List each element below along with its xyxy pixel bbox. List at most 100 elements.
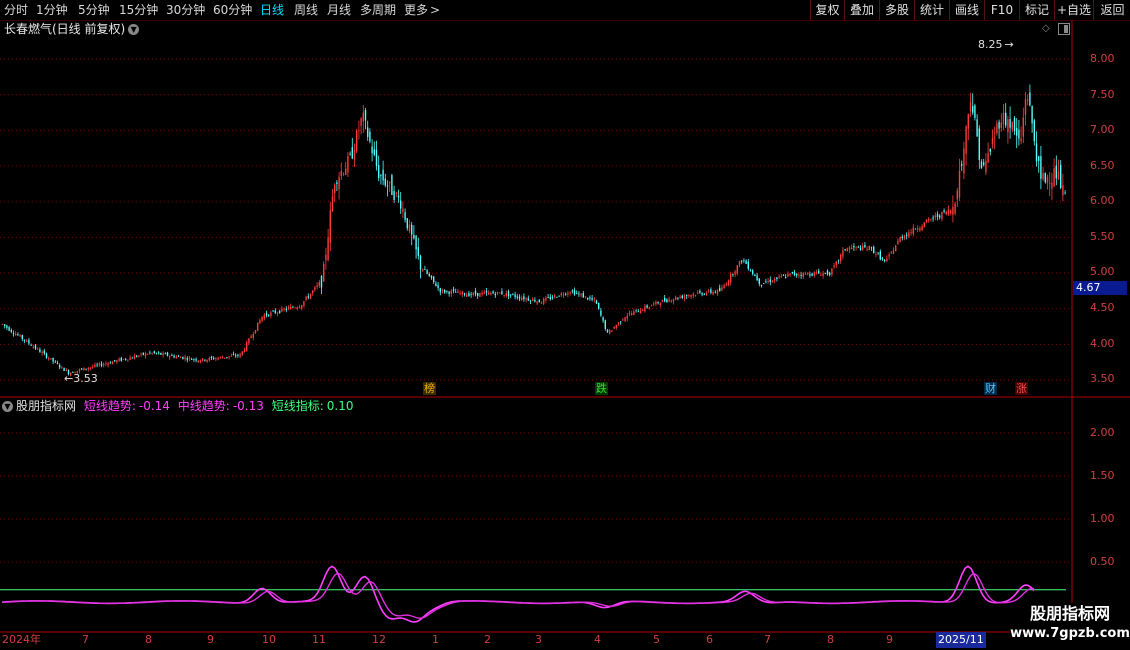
mark-button[interactable]: 标记 xyxy=(1019,0,1054,20)
candle-body xyxy=(8,327,10,331)
tab-1min[interactable]: 1分钟 xyxy=(36,0,68,20)
candle-body xyxy=(694,295,697,296)
candle-body xyxy=(1038,156,1040,161)
tab-60min[interactable]: 60分钟 xyxy=(213,0,252,20)
badge-rise[interactable]: 涨 xyxy=(1015,382,1028,395)
tab-5min[interactable]: 5分钟 xyxy=(78,0,110,20)
indicator-tick-label: 1.00 xyxy=(1090,512,1115,525)
draw-line-button[interactable]: 画线 xyxy=(949,0,984,20)
candle-body xyxy=(947,209,950,215)
candle-body xyxy=(411,224,413,235)
tab-multi-period[interactable]: 多周期 xyxy=(360,0,396,20)
candle-body xyxy=(514,294,516,298)
candle-body xyxy=(351,147,353,159)
candle-body xyxy=(1020,138,1022,142)
back-button[interactable]: 返回 xyxy=(1093,0,1130,20)
badge-finance[interactable]: 财 xyxy=(984,382,997,395)
tab-more[interactable]: 更多 > xyxy=(404,0,440,20)
candle-body xyxy=(921,226,923,231)
overlay-button[interactable]: 叠加 xyxy=(844,0,879,20)
current-price-tag: 4.67 xyxy=(1073,281,1127,295)
candle-body xyxy=(380,174,382,176)
multi-stock-button[interactable]: 多股 xyxy=(879,0,914,20)
candle-body xyxy=(919,228,921,231)
candle-body xyxy=(840,254,842,262)
candle-body xyxy=(815,272,818,274)
candle-body xyxy=(580,294,582,296)
candle-body xyxy=(94,364,96,367)
candle-body xyxy=(967,114,969,129)
tab-15min[interactable]: 15分钟 xyxy=(119,0,158,20)
candle-body xyxy=(945,211,947,215)
candle-body xyxy=(19,335,21,337)
candle-body xyxy=(754,274,756,277)
candle-body xyxy=(516,296,518,298)
candle-body xyxy=(826,270,829,275)
candle-body xyxy=(228,356,230,358)
candle-body xyxy=(59,365,61,368)
candle-body xyxy=(925,219,928,223)
candle-body xyxy=(239,354,241,357)
candle-body xyxy=(4,324,6,326)
indicator-name[interactable]: 股朋指标网 xyxy=(16,399,76,413)
candle-body xyxy=(221,357,224,359)
candle-body xyxy=(246,342,248,351)
candle-body xyxy=(364,110,367,121)
candle-body xyxy=(866,248,868,250)
candle-body xyxy=(301,305,303,309)
badge-text: 榜 xyxy=(424,382,435,395)
candle-body xyxy=(745,260,747,264)
candle-body xyxy=(307,296,309,298)
candle-body xyxy=(125,358,127,360)
chart-canvas xyxy=(0,20,1130,633)
indicator-tick-label: 0.50 xyxy=(1090,555,1115,568)
candle-body xyxy=(969,102,972,112)
candle-body xyxy=(217,357,219,360)
candle-body xyxy=(796,273,798,276)
candle-body xyxy=(287,307,290,309)
price-tick-label: 8.00 xyxy=(1090,52,1115,65)
candle-body xyxy=(897,240,899,245)
tab-30min[interactable]: 30分钟 xyxy=(166,0,205,20)
tab-monthly[interactable]: 月线 xyxy=(327,0,351,20)
candle-body xyxy=(906,234,908,236)
candle-body xyxy=(956,190,958,200)
chevron-down-icon[interactable]: ▼ xyxy=(2,401,13,412)
tab-timeshare[interactable]: 分时 xyxy=(4,0,28,20)
candle-body xyxy=(782,275,785,276)
f10-button[interactable]: F10 xyxy=(984,0,1019,20)
high-price-value: 8.25 xyxy=(978,38,1003,51)
candle-body xyxy=(1055,165,1057,179)
candle-body xyxy=(639,310,642,314)
candle-body xyxy=(345,168,347,175)
candle-body xyxy=(329,210,331,243)
tab-daily[interactable]: 日线 xyxy=(260,0,284,20)
adjust-button[interactable]: 复权 xyxy=(810,0,844,20)
candle-body xyxy=(846,248,848,252)
candle-body xyxy=(917,228,919,230)
badge-drop[interactable]: 跌 xyxy=(595,382,608,395)
stats-button[interactable]: 统计 xyxy=(914,0,949,20)
candle-body xyxy=(529,300,532,302)
candle-body xyxy=(914,228,917,230)
indicator-tick-label: 2.00 xyxy=(1090,426,1115,439)
candle-body xyxy=(37,348,39,350)
add-watchlist-button[interactable]: +自选 xyxy=(1054,0,1093,20)
candle-body xyxy=(650,305,653,307)
candle-body xyxy=(683,296,686,299)
candle-body xyxy=(177,356,180,358)
candle-body xyxy=(358,130,360,131)
candle-body xyxy=(494,293,496,296)
candle-body xyxy=(98,363,100,365)
candle-body xyxy=(61,366,63,368)
price-tick-label: 4.00 xyxy=(1090,337,1115,350)
candle-body xyxy=(888,254,890,257)
badge-list[interactable]: 榜 xyxy=(423,382,436,395)
tab-weekly[interactable]: 周线 xyxy=(294,0,318,20)
candle-body xyxy=(375,149,378,166)
candle-body xyxy=(637,311,639,313)
candle-body xyxy=(109,362,111,364)
candle-body xyxy=(501,291,503,295)
candle-body xyxy=(331,196,334,211)
candle-body xyxy=(686,295,688,296)
